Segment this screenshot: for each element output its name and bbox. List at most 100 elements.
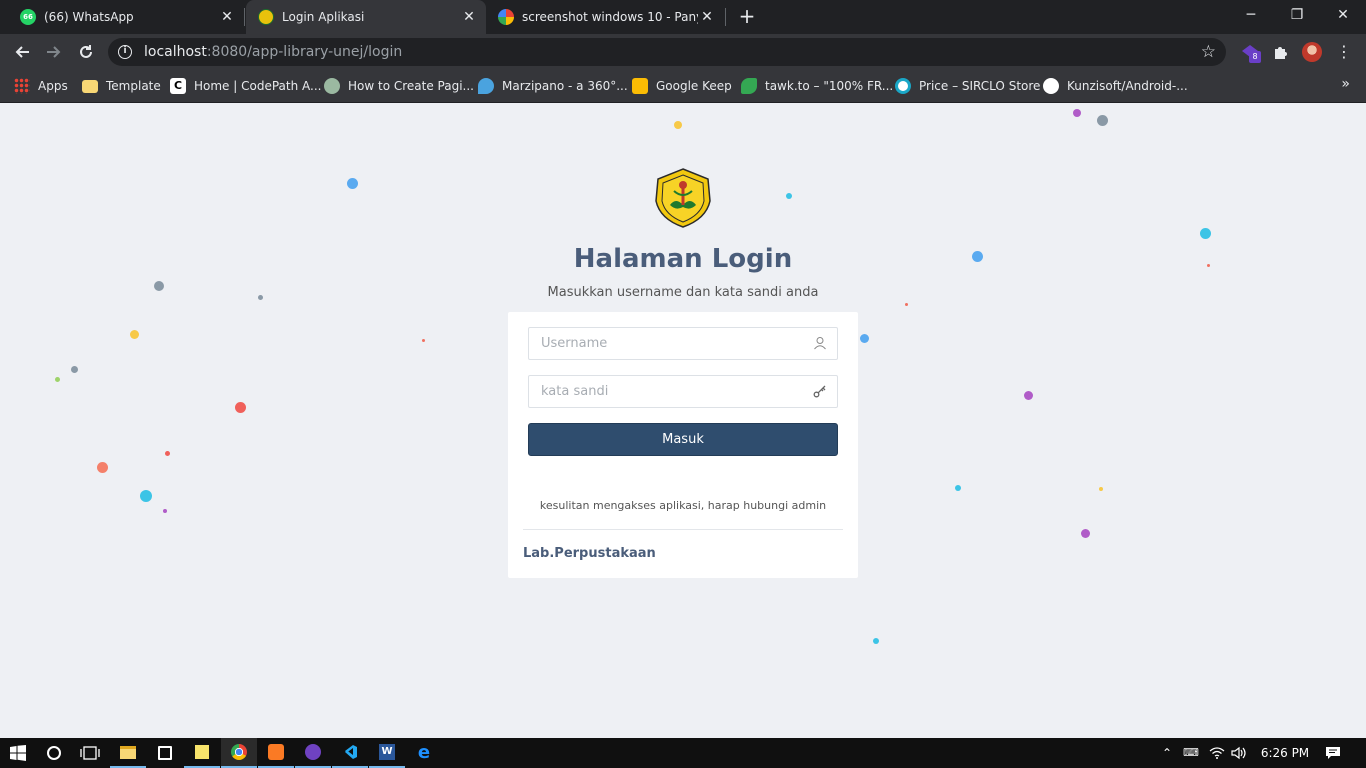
bookmark-marzipano[interactable]: Marzipano - a 360°... [478,76,628,96]
url-text[interactable]: localhost:8080/app-library-unej/login [144,44,402,60]
taskbar-sticky-notes[interactable] [184,738,220,768]
help-text: kesulitan mengakses aplikasi, harap hubu… [539,499,827,512]
address-bar[interactable]: i localhost:8080/app-library-unej/login … [108,38,1226,66]
input-indicator-icon[interactable]: ⌨ [1180,738,1202,768]
decorative-dot [905,303,908,306]
arrow-right-icon [47,46,61,58]
cortana-circle-icon [47,746,61,760]
clock[interactable]: 6:26 PM [1254,738,1316,768]
login-card: Masuk kesulitan mengakses aplikasi, hara… [508,312,858,578]
close-icon[interactable]: ✕ [218,8,236,26]
login-submit-button[interactable]: Masuk [528,423,838,456]
menu-kebab-icon[interactable]: ⋮ [1334,42,1354,62]
close-icon[interactable]: ✕ [698,8,716,26]
extension-icon[interactable]: 8 [1240,42,1261,63]
profile-avatar[interactable] [1302,42,1322,62]
wifi-icon[interactable] [1206,738,1228,768]
decorative-dot [1200,228,1211,239]
taskbar-store[interactable] [147,738,183,768]
username-input[interactable] [529,328,799,359]
unej-logo-icon [258,9,274,25]
bookmark-kunzisoft[interactable]: Kunzisoft/Android-... [1043,76,1188,96]
divider [523,529,843,530]
new-tab-button[interactable]: + [736,6,758,28]
decorative-dot [860,334,869,343]
taskbar-file-explorer[interactable] [110,738,146,768]
codepath-icon: C [170,78,186,94]
taskbar-word[interactable]: W [369,738,405,768]
reload-button[interactable] [72,38,100,66]
start-button[interactable] [0,738,36,768]
decorative-dot [955,485,961,491]
decorative-dot [1073,109,1081,117]
restore-button[interactable]: ❐ [1274,0,1320,30]
folder-icon [82,79,98,93]
taskbar-xampp[interactable] [258,738,294,768]
bookmark-template[interactable]: Template [82,76,161,96]
bookmark-label: Google Keep [656,79,732,93]
close-icon[interactable]: ✕ [460,8,478,26]
puzzle-extensions-icon[interactable] [1270,42,1290,62]
taskbar-vscode[interactable] [332,738,368,768]
bookmark-label: Template [106,79,161,93]
back-button[interactable] [8,38,36,66]
action-center-button[interactable] [1318,738,1348,768]
apps-grid-icon [14,78,30,94]
tab-title: screenshot windows 10 - Panyliko [522,10,698,24]
password-input[interactable] [529,376,799,407]
windows-taskbar: W e ⌃ ⌨ 6:26 PM [0,738,1366,768]
decorative-dot [140,490,152,502]
bookmark-apps[interactable]: Apps [14,76,68,96]
more-bookmarks-icon[interactable]: » [1341,76,1350,92]
bookmark-label: Home | CodePath A... [194,79,322,93]
taskbar-chrome[interactable] [221,738,257,768]
folder-icon [120,745,136,759]
decorative-dot [165,451,170,456]
bookmark-how-to-create[interactable]: How to Create Pagi... [324,76,474,96]
card-footer-label: Lab.Perpustakaan [523,546,656,561]
user-icon [814,337,826,350]
bookmark-sirclo[interactable]: Price – SIRCLO Store [895,76,1040,96]
decorative-dot [786,193,792,199]
extension-badge: 8 [1249,51,1261,63]
decorative-dot [347,178,358,189]
tab-login-aplikasi[interactable]: Login Aplikasi ✕ [246,0,486,34]
bookmark-google-keep[interactable]: Google Keep [632,76,732,96]
taskbar-edge[interactable]: e [406,738,442,768]
volume-icon[interactable] [1228,738,1250,768]
info-icon[interactable]: i [118,45,132,59]
url-path: :8080/app-library-unej/login [206,44,403,60]
show-hidden-icons-button[interactable]: ⌃ [1158,738,1176,768]
decorative-dot [1024,391,1033,400]
decorative-dot [235,402,246,413]
bookmark-label: Kunzisoft/Android-... [1067,79,1188,93]
tab-google-search[interactable]: screenshot windows 10 - Panyliko ✕ [486,0,724,34]
close-window-button[interactable]: ✕ [1320,0,1366,30]
windows-logo-icon [10,745,26,761]
notification-icon [1326,747,1340,759]
bookmark-tawkto[interactable]: tawk.to – "100% FR... [741,76,893,96]
password-field [528,375,838,408]
page-content: Halaman Login Masukkan username dan kata… [0,103,1366,738]
sticky-notes-icon [195,745,209,759]
bookmark-label: Price – SIRCLO Store [919,79,1041,93]
tab-strip: 66 (66) WhatsApp ✕ Login Aplikasi ✕ scre… [0,0,1366,34]
taskbar-github-desktop[interactable] [295,738,331,768]
decorative-dot [1099,487,1103,491]
arrow-left-icon [15,46,29,58]
minimize-button[interactable]: ─ [1228,0,1274,30]
edge-icon: e [417,742,431,763]
cortana-button[interactable] [36,738,72,768]
url-host: localhost [144,44,207,60]
tab-whatsapp[interactable]: 66 (66) WhatsApp ✕ [0,0,244,34]
reload-icon [80,45,92,58]
marzipano-icon [478,78,494,94]
bookmark-star-icon[interactable]: ☆ [1201,42,1216,62]
task-view-button[interactable] [72,738,108,768]
forward-button[interactable] [40,38,68,66]
bookmark-label: Apps [38,79,68,93]
bookmark-codepath[interactable]: C Home | CodePath A... [170,76,321,96]
chrome-icon [231,744,247,760]
github-icon [1043,78,1059,94]
bookmark-label: tawk.to – "100% FR... [765,79,894,93]
